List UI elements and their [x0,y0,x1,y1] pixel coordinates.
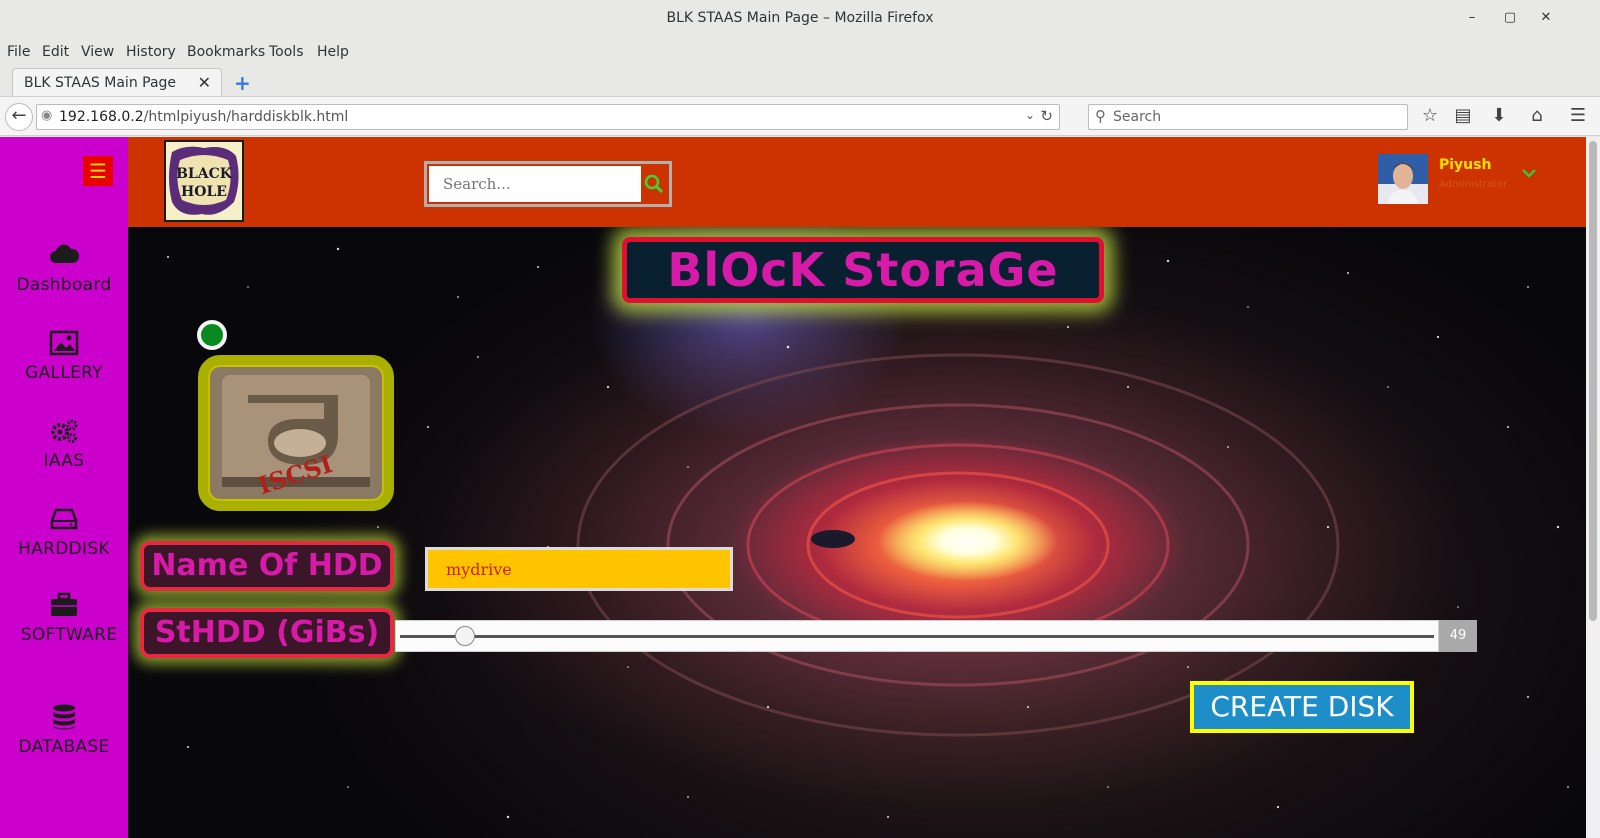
menu-edit[interactable]: Edit [42,44,69,60]
sidebar-item-label: Dashboard [16,275,112,295]
menu-view[interactable]: View [81,44,114,60]
hdd-name-label: Name Of HDD [151,548,383,583]
url-bar[interactable]: ◉ 192.168.0.2/htmlpiyush/harddiskblk.htm… [36,104,1060,130]
avatar[interactable] [1378,154,1428,204]
nav-bar: ← ◉ 192.168.0.2/htmlpiyush/harddiskblk.h… [0,96,1600,136]
harddisk-icon [50,508,78,530]
briefcase-icon [51,592,77,616]
logo-graphic: BLACK HOLE [166,142,242,220]
black-hole-logo[interactable]: BLACK HOLE [164,140,244,222]
menu-tools[interactable]: Tools [269,44,304,60]
page-search-box [424,161,672,207]
dropdown-arrow-icon[interactable]: ⌄ [1025,108,1035,122]
iscsi-drive-icon[interactable]: ISCSI [198,355,394,511]
user-role: Administrator [1439,179,1508,190]
url-text: 192.168.0.2/htmlpiyush/harddiskblk.html [59,109,348,125]
menu-bar: File Edit View History Bookmarks Tools H… [0,40,1600,66]
sidebar-item-dashboard[interactable]: Dashboard [0,241,128,295]
maximize-icon[interactable]: ▢ [1500,8,1520,28]
globe-icon: ◉ [41,108,53,123]
hdd-size-value: 49 [1439,620,1477,652]
search-icon [644,174,664,194]
slider-track [400,635,1434,638]
sidebar-toggle-icon[interactable]: ☰ [83,156,113,186]
hdd-size-slider[interactable] [395,620,1439,652]
menu-file[interactable]: File [7,44,30,60]
sidebar-item-software[interactable]: SOFTWARE [0,591,128,645]
menu-bookmarks[interactable]: Bookmarks [187,44,265,60]
page-scrollbar[interactable] [1586,137,1600,838]
sidebar-item-label: IAAS [43,451,85,471]
bookmark-star-icon[interactable]: ☆ [1418,105,1442,126]
sidebar-item-gallery[interactable]: GALLERY [0,329,128,383]
browser-search-input[interactable]: ⚲ Search [1088,104,1408,130]
sidebar-item-harddisk[interactable]: HARDDISK [0,505,128,559]
hdd-size-label-box: StHDD (GiBs) [140,608,394,658]
main-content: BlOcK StoraGe ISCSI Name Of HDD StHDD (G… [128,227,1586,838]
image-icon [49,330,79,356]
sidebar-item-database[interactable]: DATABASE [0,703,128,757]
page-search-input[interactable] [429,166,643,202]
url-path: /htmlpiyush/harddiskblk.html [143,109,349,125]
create-disk-button[interactable]: CREATE DISK [1190,681,1414,733]
scrollbar-thumb[interactable] [1589,141,1597,621]
tab-label: BLK STAAS Main Page [24,75,177,91]
close-tab-icon[interactable]: ✕ [198,73,211,92]
sidebar-item-label: DATABASE [18,737,110,757]
hdd-name-label-box: Name Of HDD [140,541,394,591]
page-title-box: BlOcK StoraGe [622,237,1104,303]
avatar-graphic [1378,154,1428,204]
browser-search-placeholder: Search [1113,109,1162,125]
home-icon[interactable]: ⌂ [1525,105,1549,126]
hamburger-menu-icon[interactable]: ☰ [1566,105,1590,126]
page-header: BLACK HOLE Piyush Administrato [128,137,1586,227]
logo-word-hole: HOLE [181,184,227,200]
database-icon [53,704,75,730]
sidebar-item-label: SOFTWARE [20,625,118,645]
tab-strip: BLK STAAS Main Page ✕ + [0,66,1600,96]
sidebar-item-iaas[interactable]: IAAS [0,417,128,471]
minimize-icon[interactable]: – [1462,8,1482,28]
sidebar: ☰ Dashboard GALLERY IAAS HARDDISK SOFTWA… [0,137,128,838]
url-host: 192.168.0.2 [59,109,144,125]
reload-icon[interactable]: ↻ [1040,107,1053,125]
harddisk-graphic: ISCSI [210,367,382,500]
search-icon: ⚲ [1095,107,1106,125]
hdd-size-label: StHDD (GiBs) [154,615,380,650]
hdd-name-input[interactable] [425,547,733,591]
window-titlebar: BLK STAAS Main Page – Mozilla Firefox – … [0,0,1600,38]
status-indicator [197,320,227,350]
web-page: ☰ Dashboard GALLERY IAAS HARDDISK SOFTWA… [0,137,1600,838]
new-tab-icon[interactable]: + [234,71,251,95]
sidebar-item-label: GALLERY [25,363,103,383]
page-search-button[interactable] [641,166,667,202]
cloud-icon [50,244,80,263]
galaxy-background [157,246,1569,819]
user-name: Piyush [1439,157,1492,173]
sidebar-item-label: HARDDISK [18,539,110,559]
window-title: BLK STAAS Main Page – Mozilla Firefox [666,10,934,26]
chevron-down-icon[interactable] [1521,167,1537,179]
close-window-icon[interactable]: ✕ [1536,8,1556,28]
reading-list-icon[interactable]: ▤ [1451,105,1475,126]
page-title: BlOcK StoraGe [667,243,1059,297]
download-icon[interactable]: ⬇ [1487,105,1511,126]
menu-history[interactable]: History [126,44,176,60]
back-arrow-icon[interactable]: ← [5,103,33,131]
logo-word-black: BLACK [176,166,233,182]
slider-thumb[interactable] [454,626,475,646]
menu-help[interactable]: Help [317,44,349,60]
gears-icon [51,419,78,443]
tab-main-page[interactable]: BLK STAAS Main Page ✕ [12,68,222,96]
